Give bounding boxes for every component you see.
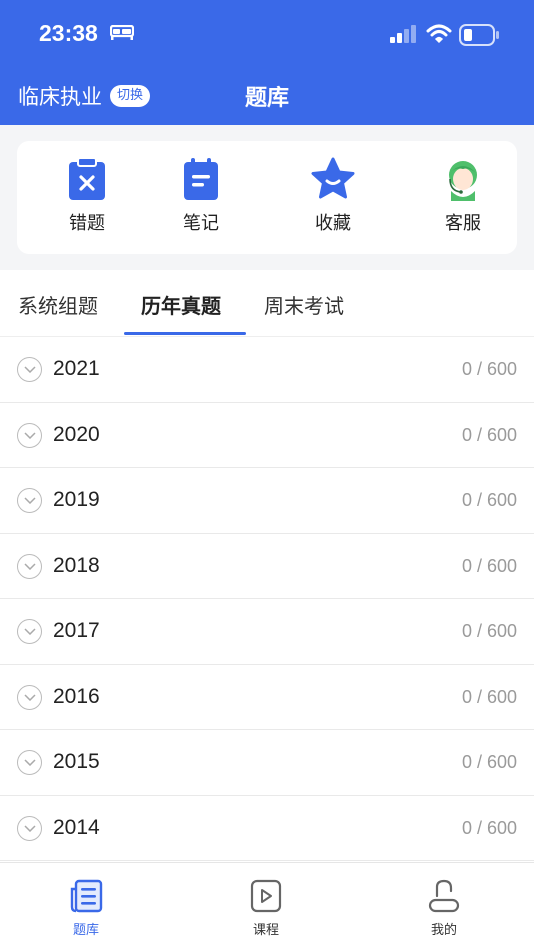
list-item[interactable]: 2015 0 / 600 (0, 730, 534, 796)
notes-icon (184, 158, 218, 200)
progress-count: 0 / 600 (461, 752, 517, 772)
progress-count: 0 / 600 (461, 686, 517, 707)
quick-action-wrong-questions[interactable]: 错题 (37, 157, 137, 235)
battery-icon (459, 24, 499, 46)
list-item[interactable]: 2014 0 / 600 (0, 796, 534, 861)
bottom-tab-label: 我的 (430, 923, 457, 938)
wrong-questions-icon (69, 157, 105, 200)
quick-action-label: 笔记 (183, 213, 219, 234)
wifi-icon (426, 24, 452, 44)
chevron-down-icon[interactable] (17, 357, 42, 382)
quick-action-favorites[interactable]: 收藏 (283, 157, 383, 235)
progress-count: 0 / 600 (461, 621, 517, 641)
list-item[interactable]: 2017 0 / 600 (0, 599, 534, 665)
status-time: 23:38 (39, 20, 98, 46)
main-content: 系统组题 历年真题 周末考试 2021 0 / 600 2020 0 / 600… (0, 270, 534, 862)
quick-action-label: 客服 (445, 213, 481, 234)
chevron-down-icon[interactable] (17, 750, 42, 775)
chevron-down-icon[interactable] (17, 422, 42, 448)
quick-action-label: 收藏 (315, 213, 351, 234)
question-bank-icon (70, 879, 103, 913)
list-item[interactable]: 2021 0 / 600 (0, 337, 534, 403)
year-label: 2017 (53, 619, 100, 642)
sleep-mode-icon (110, 25, 134, 40)
year-list: 2021 0 / 600 2020 0 / 600 2019 0 / 600 2… (0, 337, 534, 861)
quick-action-customer-service[interactable]: 客服 (413, 157, 513, 235)
course-play-icon (250, 879, 282, 913)
quick-actions-card: 错题 笔记 收藏 客服 (17, 141, 517, 254)
bottom-tab-bar: 题库 课程 我的 (0, 862, 534, 950)
year-label: 2018 (53, 553, 100, 577)
progress-count: 0 / 600 (461, 490, 517, 510)
progress-count: 0 / 600 (461, 359, 517, 379)
page-title: 题库 (244, 86, 289, 111)
year-label: 2020 (53, 422, 100, 446)
bottom-tab-label: 课程 (252, 923, 279, 938)
chevron-down-icon[interactable] (17, 815, 42, 841)
quick-action-notes[interactable]: 笔记 (151, 157, 251, 235)
active-tab-indicator (124, 332, 246, 335)
progress-count: 0 / 600 (461, 817, 517, 838)
year-label: 2019 (53, 488, 100, 511)
list-item[interactable]: 2019 0 / 600 (0, 468, 534, 534)
chevron-down-icon[interactable] (17, 684, 42, 710)
tab-bar: 系统组题 历年真题 周末考试 (0, 270, 534, 337)
bottom-tab-question-bank[interactable]: 题库 (46, 879, 126, 938)
tab-past-exams[interactable]: 历年真题 (141, 290, 221, 319)
year-label: 2015 (53, 750, 100, 773)
bottom-tab-courses[interactable]: 课程 (226, 879, 306, 938)
progress-count: 0 / 600 (461, 555, 517, 576)
tab-system-questions[interactable]: 系统组题 (18, 290, 98, 319)
favorites-star-icon (311, 157, 355, 199)
chevron-down-icon[interactable] (17, 553, 42, 579)
cellular-signal-icon (390, 25, 416, 43)
year-label: 2014 (53, 815, 100, 839)
nav-bar: 临床执业 切换 题库 (0, 72, 534, 122)
tab-weekend-exam[interactable]: 周末考试 (264, 290, 344, 319)
chevron-down-icon[interactable] (17, 619, 42, 644)
bottom-tab-profile[interactable]: 我的 (404, 879, 484, 938)
list-item[interactable]: 2018 0 / 600 (0, 534, 534, 599)
year-label: 2016 (53, 684, 100, 708)
list-item[interactable]: 2016 0 / 600 (0, 665, 534, 730)
progress-count: 0 / 600 (461, 424, 517, 445)
year-label: 2021 (53, 357, 100, 380)
customer-service-icon (449, 161, 477, 201)
app-header: 23:38 临床执业 切换 题库 (0, 0, 534, 125)
bottom-tab-label: 题库 (72, 923, 99, 938)
chevron-down-icon[interactable] (17, 488, 42, 513)
quick-action-label: 错题 (69, 213, 105, 234)
status-bar: 23:38 (0, 0, 534, 70)
profile-icon (428, 879, 460, 913)
list-item[interactable]: 2020 0 / 600 (0, 403, 534, 468)
